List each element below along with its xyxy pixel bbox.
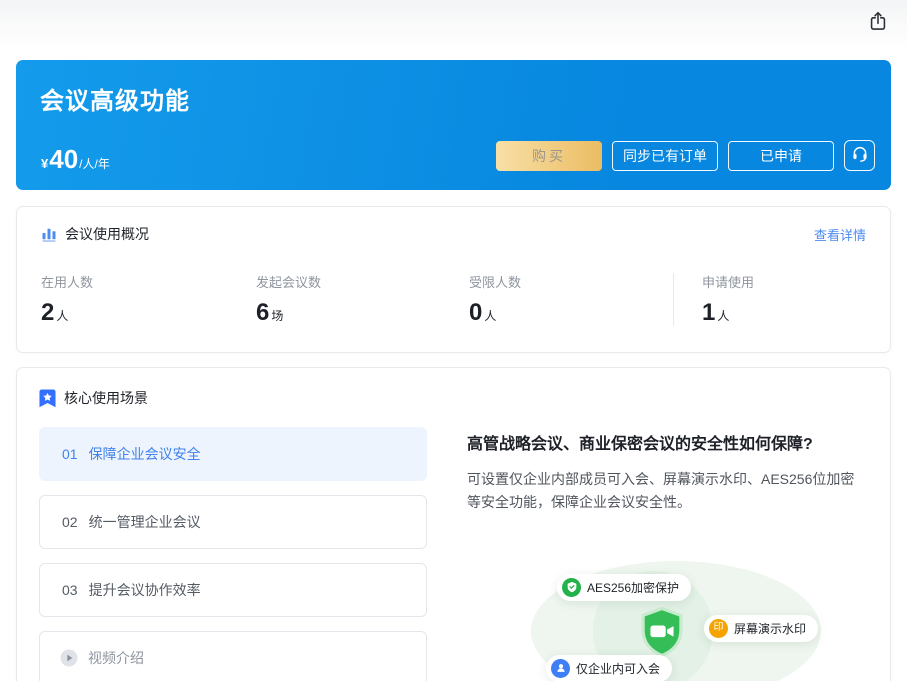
watermark-seal-icon: 印 <box>709 619 728 638</box>
hero-actions: 购买 同步已有订单 已申请 <box>496 140 875 171</box>
stat-active-users: 在用人数 2人 <box>41 272 256 326</box>
scenarios-card-title: 核心使用场景 <box>64 388 148 408</box>
scenario-item-management[interactable]: 02 统一管理企业会议 <box>39 495 427 549</box>
shield-check-icon <box>562 578 581 597</box>
hero-banner: 会议高级功能 ¥ 40 /人/年 购买 同步已有订单 已申请 <box>16 60 891 190</box>
badge-screen-watermark: 印 屏幕演示水印 <box>704 615 818 642</box>
top-bar <box>0 0 907 45</box>
badge-label: 屏幕演示水印 <box>734 620 806 637</box>
sync-orders-button[interactable]: 同步已有订单 <box>612 141 718 171</box>
usage-stats: 在用人数 2人 发起会议数 6场 受限人数 0人 申请使用 1人 <box>41 272 866 326</box>
security-illustration: AES256加密保护 印 屏幕演示水印 <box>467 561 868 681</box>
page-title: 会议高级功能 <box>40 81 867 116</box>
stat-meetings-started: 发起会议数 6场 <box>256 272 469 326</box>
stat-label: 受限人数 <box>469 272 673 291</box>
bar-chart-icon <box>41 226 57 242</box>
stats-divider <box>673 273 674 326</box>
stat-restricted-users: 受限人数 0人 <box>469 272 673 326</box>
detail-description: 可设置仅企业内部成员可入会、屏幕演示水印、AES256位加密等安全功能，保障企业… <box>467 468 868 514</box>
price-unit: /人/年 <box>79 155 110 172</box>
price-currency: ¥ <box>41 156 48 171</box>
stat-value: 2 <box>41 300 54 326</box>
scenario-label: 保障企业会议安全 <box>89 444 201 464</box>
scenario-item-security[interactable]: 01 保障企业会议安全 <box>39 427 427 481</box>
price: ¥ 40 /人/年 <box>41 146 110 172</box>
main-content: 会议高级功能 ¥ 40 /人/年 购买 同步已有订单 已申请 <box>0 60 907 681</box>
stat-value: 0 <box>469 300 482 326</box>
scenario-label: 统一管理企业会议 <box>89 512 201 532</box>
badge-label: AES256加密保护 <box>587 579 679 596</box>
share-export-icon <box>867 10 889 35</box>
scenario-item-efficiency[interactable]: 03 提升会议协作效率 <box>39 563 427 617</box>
video-intro-item[interactable]: 视频介绍 <box>39 631 427 681</box>
stat-label: 在用人数 <box>41 272 256 291</box>
core-scenarios-card: 核心使用场景 01 保障企业会议安全 02 统一管理企业会议 03 提升会议协作… <box>16 367 891 681</box>
stat-value: 1 <box>702 300 715 326</box>
detail-heading: 高管战略会议、商业保密会议的安全性如何保障? <box>467 430 868 454</box>
buy-button[interactable]: 购买 <box>496 141 602 171</box>
support-button[interactable] <box>844 140 875 171</box>
scenario-list: 01 保障企业会议安全 02 统一管理企业会议 03 提升会议协作效率 <box>39 427 427 681</box>
badge-label: 仅企业内可入会 <box>576 660 660 677</box>
applied-button[interactable]: 已申请 <box>728 141 834 171</box>
scenario-number: 02 <box>62 514 78 530</box>
stat-value: 6 <box>256 300 269 326</box>
headset-icon <box>851 145 869 166</box>
stat-label: 申请使用 <box>702 272 754 291</box>
share-button[interactable] <box>865 9 891 35</box>
price-amount: 40 <box>49 146 78 172</box>
badge-aes-encryption: AES256加密保护 <box>557 574 691 601</box>
stat-applied-users: 申请使用 1人 <box>702 272 754 326</box>
member-person-icon <box>551 659 570 678</box>
scenario-detail: 高管战略会议、商业保密会议的安全性如何保障? 可设置仅企业内部成员可入会、屏幕演… <box>467 427 868 681</box>
scenario-number: 03 <box>62 582 78 598</box>
scenario-number: 01 <box>62 446 78 462</box>
stat-unit: 人 <box>56 307 68 324</box>
usage-overview-card: 会议使用概况 查看详情 在用人数 2人 发起会议数 6场 受限人数 0人 申请使… <box>16 206 891 353</box>
scenario-label: 提升会议协作效率 <box>89 580 201 600</box>
badge-internal-only: 仅企业内可入会 <box>546 655 672 681</box>
usage-card-title: 会议使用概况 <box>65 224 149 244</box>
view-details-link[interactable]: 查看详情 <box>814 225 866 244</box>
stat-unit: 人 <box>484 307 496 324</box>
stat-label: 发起会议数 <box>256 272 469 291</box>
stat-unit: 人 <box>717 307 729 324</box>
bookmark-star-icon <box>39 389 56 408</box>
stat-unit: 场 <box>271 307 283 324</box>
video-intro-label: 视频介绍 <box>88 648 144 668</box>
play-circle-icon <box>60 649 78 667</box>
